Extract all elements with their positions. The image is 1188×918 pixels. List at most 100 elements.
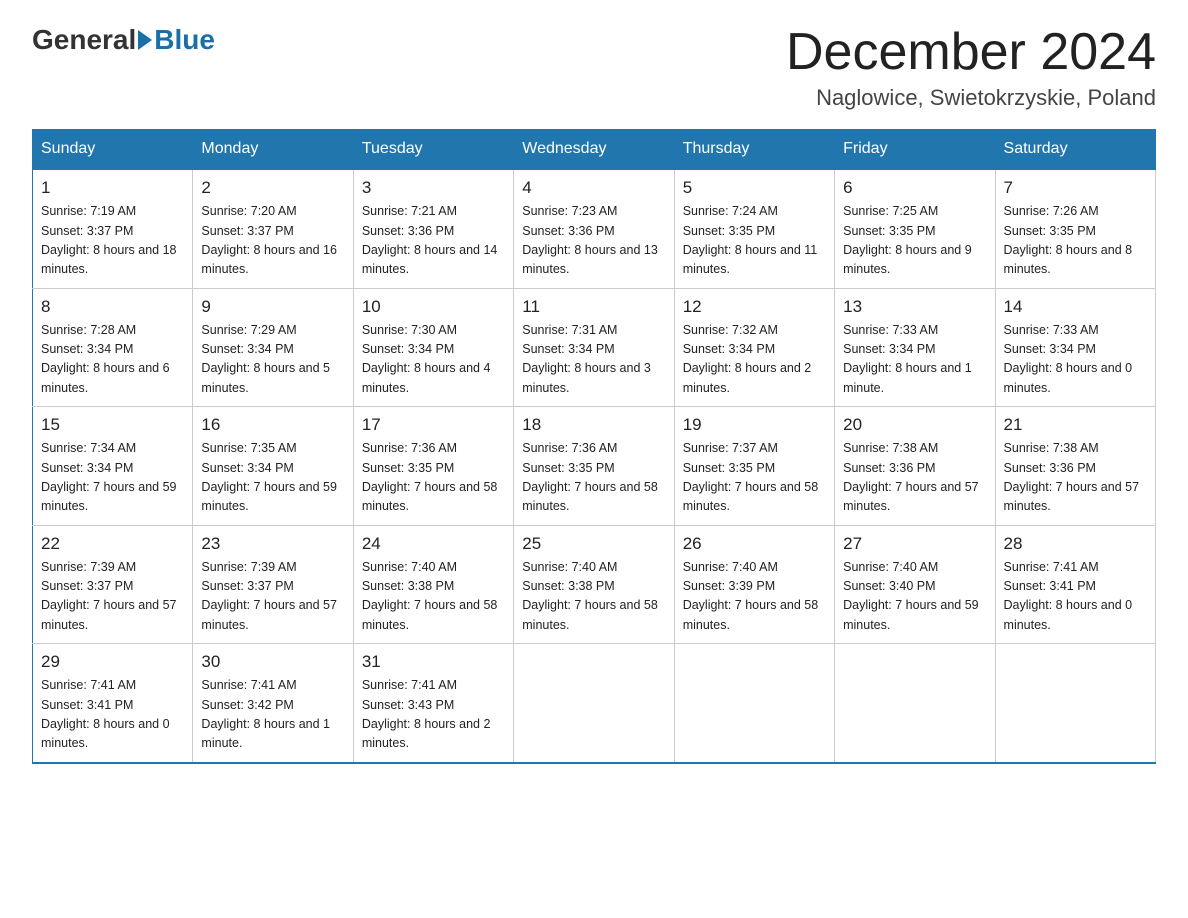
table-row: 8 Sunrise: 7:28 AM Sunset: 3:34 PM Dayli… [33,288,193,407]
day-number: 27 [843,534,986,554]
table-row [514,644,674,763]
table-row: 15 Sunrise: 7:34 AM Sunset: 3:34 PM Dayl… [33,407,193,526]
calendar-week-row: 15 Sunrise: 7:34 AM Sunset: 3:34 PM Dayl… [33,407,1156,526]
day-info: Sunrise: 7:36 AM Sunset: 3:35 PM Dayligh… [362,439,505,517]
day-number: 9 [201,297,344,317]
day-number: 6 [843,178,986,198]
day-info: Sunrise: 7:41 AM Sunset: 3:41 PM Dayligh… [41,676,184,754]
table-row: 18 Sunrise: 7:36 AM Sunset: 3:35 PM Dayl… [514,407,674,526]
table-row: 16 Sunrise: 7:35 AM Sunset: 3:34 PM Dayl… [193,407,353,526]
day-number: 30 [201,652,344,672]
table-row: 22 Sunrise: 7:39 AM Sunset: 3:37 PM Dayl… [33,525,193,644]
day-info: Sunrise: 7:39 AM Sunset: 3:37 PM Dayligh… [41,558,184,636]
table-row: 12 Sunrise: 7:32 AM Sunset: 3:34 PM Dayl… [674,288,834,407]
day-info: Sunrise: 7:33 AM Sunset: 3:34 PM Dayligh… [843,321,986,399]
day-number: 24 [362,534,505,554]
calendar-week-row: 8 Sunrise: 7:28 AM Sunset: 3:34 PM Dayli… [33,288,1156,407]
day-info: Sunrise: 7:21 AM Sunset: 3:36 PM Dayligh… [362,202,505,280]
day-info: Sunrise: 7:33 AM Sunset: 3:34 PM Dayligh… [1004,321,1147,399]
table-row: 5 Sunrise: 7:24 AM Sunset: 3:35 PM Dayli… [674,169,834,288]
header-friday: Friday [835,130,995,170]
table-row: 29 Sunrise: 7:41 AM Sunset: 3:41 PM Dayl… [33,644,193,763]
day-info: Sunrise: 7:40 AM Sunset: 3:38 PM Dayligh… [522,558,665,636]
day-info: Sunrise: 7:38 AM Sunset: 3:36 PM Dayligh… [1004,439,1147,517]
header-tuesday: Tuesday [353,130,513,170]
day-number: 22 [41,534,184,554]
table-row: 26 Sunrise: 7:40 AM Sunset: 3:39 PM Dayl… [674,525,834,644]
table-row: 2 Sunrise: 7:20 AM Sunset: 3:37 PM Dayli… [193,169,353,288]
table-row: 24 Sunrise: 7:40 AM Sunset: 3:38 PM Dayl… [353,525,513,644]
table-row: 25 Sunrise: 7:40 AM Sunset: 3:38 PM Dayl… [514,525,674,644]
title-area: December 2024 Naglowice, Swietokrzyskie,… [786,24,1156,111]
day-info: Sunrise: 7:39 AM Sunset: 3:37 PM Dayligh… [201,558,344,636]
day-info: Sunrise: 7:31 AM Sunset: 3:34 PM Dayligh… [522,321,665,399]
day-number: 3 [362,178,505,198]
day-number: 7 [1004,178,1147,198]
day-info: Sunrise: 7:40 AM Sunset: 3:38 PM Dayligh… [362,558,505,636]
calendar-table: Sunday Monday Tuesday Wednesday Thursday… [32,129,1156,764]
logo-arrow-icon [138,30,152,50]
day-info: Sunrise: 7:25 AM Sunset: 3:35 PM Dayligh… [843,202,986,280]
table-row: 7 Sunrise: 7:26 AM Sunset: 3:35 PM Dayli… [995,169,1155,288]
location-title: Naglowice, Swietokrzyskie, Poland [786,85,1156,111]
table-row: 30 Sunrise: 7:41 AM Sunset: 3:42 PM Dayl… [193,644,353,763]
day-number: 11 [522,297,665,317]
table-row: 27 Sunrise: 7:40 AM Sunset: 3:40 PM Dayl… [835,525,995,644]
day-number: 20 [843,415,986,435]
day-info: Sunrise: 7:24 AM Sunset: 3:35 PM Dayligh… [683,202,826,280]
day-info: Sunrise: 7:38 AM Sunset: 3:36 PM Dayligh… [843,439,986,517]
day-info: Sunrise: 7:37 AM Sunset: 3:35 PM Dayligh… [683,439,826,517]
logo-blue-text: Blue [154,24,215,56]
day-number: 18 [522,415,665,435]
day-number: 2 [201,178,344,198]
day-info: Sunrise: 7:36 AM Sunset: 3:35 PM Dayligh… [522,439,665,517]
day-info: Sunrise: 7:41 AM Sunset: 3:41 PM Dayligh… [1004,558,1147,636]
day-info: Sunrise: 7:40 AM Sunset: 3:39 PM Dayligh… [683,558,826,636]
day-info: Sunrise: 7:40 AM Sunset: 3:40 PM Dayligh… [843,558,986,636]
table-row: 4 Sunrise: 7:23 AM Sunset: 3:36 PM Dayli… [514,169,674,288]
day-info: Sunrise: 7:30 AM Sunset: 3:34 PM Dayligh… [362,321,505,399]
day-info: Sunrise: 7:26 AM Sunset: 3:35 PM Dayligh… [1004,202,1147,280]
day-number: 16 [201,415,344,435]
table-row: 13 Sunrise: 7:33 AM Sunset: 3:34 PM Dayl… [835,288,995,407]
day-number: 25 [522,534,665,554]
header: General Blue December 2024 Naglowice, Sw… [32,24,1156,111]
day-number: 31 [362,652,505,672]
logo-area: General Blue [32,24,215,56]
day-number: 10 [362,297,505,317]
day-number: 28 [1004,534,1147,554]
day-number: 4 [522,178,665,198]
day-number: 15 [41,415,184,435]
table-row: 31 Sunrise: 7:41 AM Sunset: 3:43 PM Dayl… [353,644,513,763]
calendar-week-row: 22 Sunrise: 7:39 AM Sunset: 3:37 PM Dayl… [33,525,1156,644]
day-info: Sunrise: 7:29 AM Sunset: 3:34 PM Dayligh… [201,321,344,399]
table-row: 21 Sunrise: 7:38 AM Sunset: 3:36 PM Dayl… [995,407,1155,526]
day-info: Sunrise: 7:23 AM Sunset: 3:36 PM Dayligh… [522,202,665,280]
table-row: 1 Sunrise: 7:19 AM Sunset: 3:37 PM Dayli… [33,169,193,288]
day-number: 5 [683,178,826,198]
month-title: December 2024 [786,24,1156,81]
calendar-week-row: 29 Sunrise: 7:41 AM Sunset: 3:41 PM Dayl… [33,644,1156,763]
header-thursday: Thursday [674,130,834,170]
table-row: 28 Sunrise: 7:41 AM Sunset: 3:41 PM Dayl… [995,525,1155,644]
table-row: 19 Sunrise: 7:37 AM Sunset: 3:35 PM Dayl… [674,407,834,526]
day-info: Sunrise: 7:28 AM Sunset: 3:34 PM Dayligh… [41,321,184,399]
day-info: Sunrise: 7:34 AM Sunset: 3:34 PM Dayligh… [41,439,184,517]
logo: General Blue [32,24,215,56]
day-info: Sunrise: 7:41 AM Sunset: 3:43 PM Dayligh… [362,676,505,754]
table-row: 10 Sunrise: 7:30 AM Sunset: 3:34 PM Dayl… [353,288,513,407]
day-number: 8 [41,297,184,317]
table-row: 23 Sunrise: 7:39 AM Sunset: 3:37 PM Dayl… [193,525,353,644]
day-info: Sunrise: 7:35 AM Sunset: 3:34 PM Dayligh… [201,439,344,517]
logo-general-text: General [32,24,136,56]
day-number: 13 [843,297,986,317]
header-sunday: Sunday [33,130,193,170]
day-number: 23 [201,534,344,554]
table-row [995,644,1155,763]
header-wednesday: Wednesday [514,130,674,170]
table-row [674,644,834,763]
day-number: 26 [683,534,826,554]
day-number: 17 [362,415,505,435]
table-row: 20 Sunrise: 7:38 AM Sunset: 3:36 PM Dayl… [835,407,995,526]
header-monday: Monday [193,130,353,170]
